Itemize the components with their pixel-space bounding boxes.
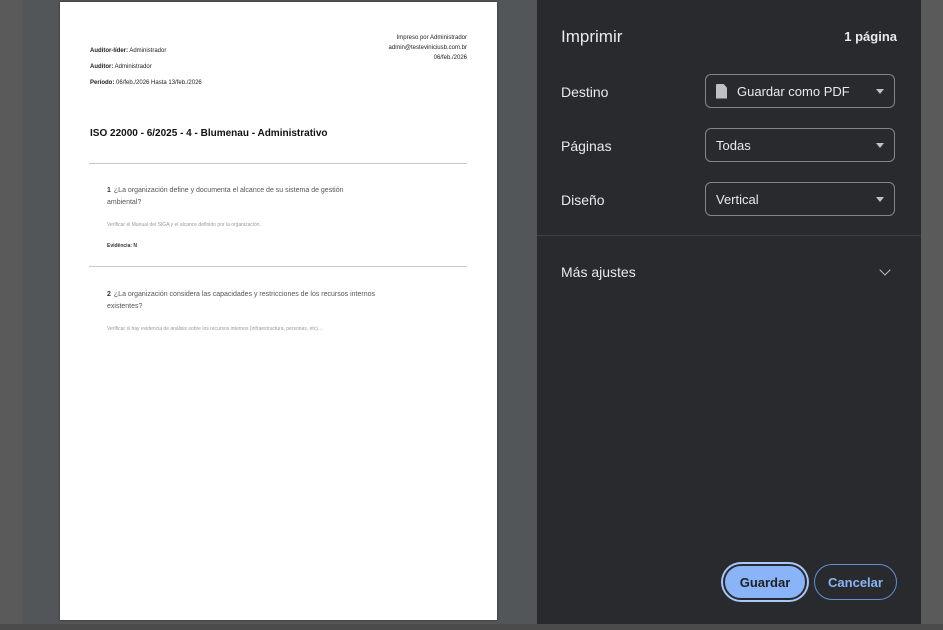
- layout-select[interactable]: Vertical: [705, 182, 895, 216]
- cancel-button[interactable]: Cancelar: [814, 564, 897, 600]
- backdrop-left: [0, 0, 22, 630]
- dropdown-caret-icon: [876, 197, 884, 202]
- period-label: Período:: [90, 80, 115, 86]
- question-2-number: 2: [107, 291, 111, 298]
- question-1-number: 1: [107, 187, 111, 194]
- layout-label: Diseño: [561, 192, 605, 208]
- print-preview-area[interactable]: Impreso por Administrador admin@testevin…: [22, 0, 537, 624]
- auditor-line: Auditor: Administrador: [90, 64, 152, 70]
- lead-auditor-value: Administrador: [129, 48, 167, 54]
- page-count: 1 página: [844, 29, 897, 44]
- printed-by-block: Impreso por Administrador admin@testevin…: [389, 33, 467, 63]
- question-1: 1 ¿La organización define y documenta el …: [107, 185, 377, 209]
- file-icon: [716, 83, 727, 99]
- dropdown-caret-icon: [876, 143, 884, 148]
- preview-page: Impreso por Administrador admin@testevin…: [60, 2, 497, 620]
- destination-select[interactable]: Guardar como PDF: [705, 74, 895, 108]
- divider-line: [89, 163, 467, 164]
- document-title: ISO 22000 - 6/2025 - 4 - Blumenau - Admi…: [90, 128, 328, 139]
- pages-select[interactable]: Todas: [705, 128, 895, 162]
- auditor-value: Administrador: [114, 64, 152, 70]
- lead-auditor-label: Auditor-líder:: [90, 48, 128, 54]
- question-2-text: ¿La organización considera las capacidad…: [107, 291, 375, 310]
- save-button[interactable]: Guardar: [723, 564, 807, 600]
- panel-divider: [537, 235, 921, 236]
- divider-line: [89, 266, 467, 267]
- pages-value: Todas: [716, 137, 751, 153]
- printed-by-email: admin@testeviniciusb.com.br: [388, 45, 467, 51]
- printed-date: 06/feb./2026: [433, 55, 467, 61]
- question-1-evidence: Evidência: N: [107, 243, 138, 249]
- print-settings-panel: Imprimir 1 página Destino Guardar como P…: [537, 0, 921, 624]
- question-2-hint: Verificar si hay evidencia de análisis s…: [107, 326, 323, 332]
- chevron-down-icon[interactable]: [879, 264, 891, 276]
- dropdown-caret-icon: [876, 89, 884, 94]
- backdrop-bottom: [0, 624, 943, 630]
- panel-title: Imprimir: [561, 27, 623, 46]
- lead-auditor-line: Auditor-líder: Administrador: [90, 48, 166, 54]
- destination-value: Guardar como PDF: [737, 83, 850, 99]
- auditor-label: Auditor:: [90, 64, 114, 70]
- layout-value: Vertical: [716, 191, 759, 207]
- question-1-hint: Verificar el Manual del SIGA y el alcanc…: [107, 222, 261, 228]
- period-value: 06/feb./2026 Hasta 13/feb./2026: [116, 80, 202, 86]
- pages-label: Páginas: [561, 138, 612, 154]
- backdrop-right: [921, 0, 943, 630]
- question-1-text: ¿La organización define y documenta el a…: [107, 187, 344, 206]
- destination-label: Destino: [561, 84, 609, 100]
- period-line: Período: 06/feb./2026 Hasta 13/feb./2026: [90, 80, 202, 86]
- printed-by-line: Impreso por Administrador: [396, 35, 467, 41]
- question-2: 2 ¿La organización considera las capacida…: [107, 289, 377, 313]
- more-settings-toggle[interactable]: Más ajustes: [561, 264, 636, 280]
